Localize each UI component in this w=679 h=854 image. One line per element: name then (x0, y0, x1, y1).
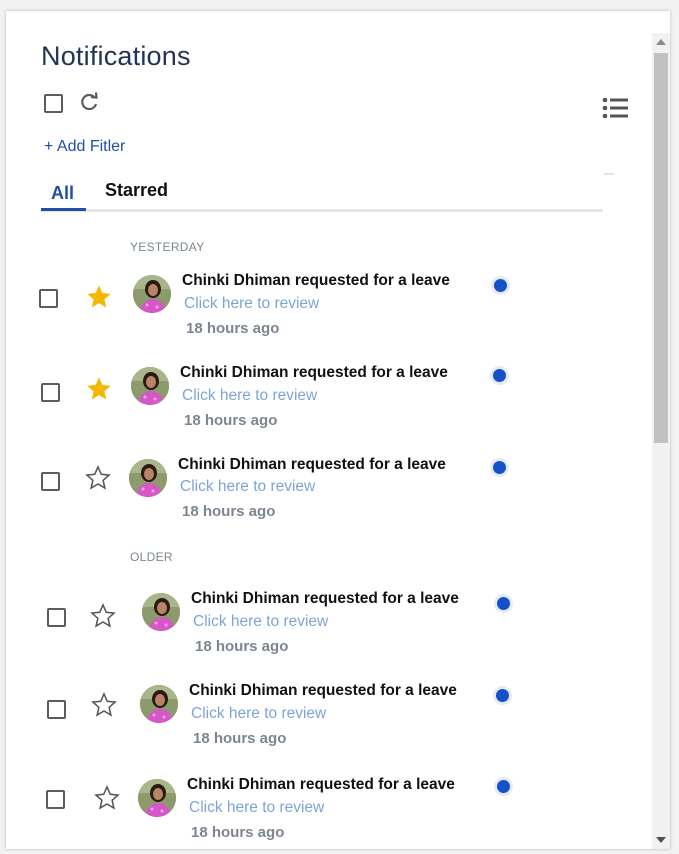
avatar (138, 779, 176, 817)
notification-time: 18 hours ago (184, 412, 278, 429)
notification-title: Chinki Dhiman requested for a leave (191, 590, 459, 607)
avatar (133, 275, 171, 313)
notification-title: Chinki Dhiman requested for a leave (182, 272, 450, 289)
add-filter-link[interactable]: + Add Fitler (44, 138, 125, 156)
avatar (142, 593, 180, 631)
section-label-older: OLDER (130, 550, 173, 564)
section-label-yesterday: YESTERDAY (130, 240, 205, 254)
star-icon[interactable] (89, 602, 117, 630)
list-menu-icon[interactable] (602, 97, 630, 119)
notification-checkbox[interactable] (39, 289, 58, 308)
review-link[interactable]: Click here to review (182, 387, 317, 405)
tab-all[interactable]: All (51, 183, 74, 204)
unread-dot-icon[interactable] (494, 279, 507, 292)
star-icon[interactable] (84, 464, 112, 492)
avatar (140, 685, 178, 723)
notification-checkbox[interactable] (46, 790, 65, 809)
notification-time: 18 hours ago (182, 503, 276, 520)
notification-title: Chinki Dhiman requested for a leave (180, 364, 448, 381)
notification-title: Chinki Dhiman requested for a leave (178, 456, 446, 473)
notifications-panel: Notifications + Add Fitler All Starred Y… (6, 11, 670, 849)
unread-dot-icon[interactable] (497, 780, 510, 793)
select-all-checkbox[interactable] (44, 94, 63, 113)
notification-time: 18 hours ago (186, 320, 280, 337)
unread-dot-icon[interactable] (497, 597, 510, 610)
notification-checkbox[interactable] (41, 383, 60, 402)
unread-dot-icon[interactable] (493, 369, 506, 382)
unread-dot-icon[interactable] (496, 689, 509, 702)
avatar (129, 459, 167, 497)
review-link[interactable]: Click here to review (180, 478, 315, 496)
scrollbar-thumb[interactable] (654, 53, 668, 443)
notification-title: Chinki Dhiman requested for a leave (189, 682, 457, 699)
divider (604, 173, 614, 175)
review-link[interactable]: Click here to review (193, 613, 328, 631)
star-icon[interactable] (90, 691, 118, 719)
scroll-up-icon[interactable] (656, 39, 666, 45)
scroll-down-icon[interactable] (656, 837, 666, 843)
notification-checkbox[interactable] (47, 608, 66, 627)
tab-starred[interactable]: Starred (105, 180, 168, 201)
review-link[interactable]: Click here to review (184, 295, 319, 313)
notification-time: 18 hours ago (191, 824, 285, 841)
avatar (131, 367, 169, 405)
star-icon[interactable] (93, 784, 121, 812)
star-icon[interactable] (85, 375, 113, 403)
notification-checkbox[interactable] (47, 700, 66, 719)
review-link[interactable]: Click here to review (191, 705, 326, 723)
tabs-divider (41, 209, 603, 212)
unread-dot-icon[interactable] (493, 461, 506, 474)
star-icon[interactable] (85, 283, 113, 311)
scrollbar[interactable] (652, 33, 670, 849)
notification-title: Chinki Dhiman requested for a leave (187, 776, 455, 793)
page-title: Notifications (41, 41, 191, 71)
notification-time: 18 hours ago (195, 638, 289, 655)
notification-time: 18 hours ago (193, 730, 287, 747)
tab-all-underline (41, 208, 86, 211)
notification-checkbox[interactable] (41, 472, 60, 491)
review-link[interactable]: Click here to review (189, 799, 324, 817)
refresh-icon[interactable] (78, 91, 100, 113)
